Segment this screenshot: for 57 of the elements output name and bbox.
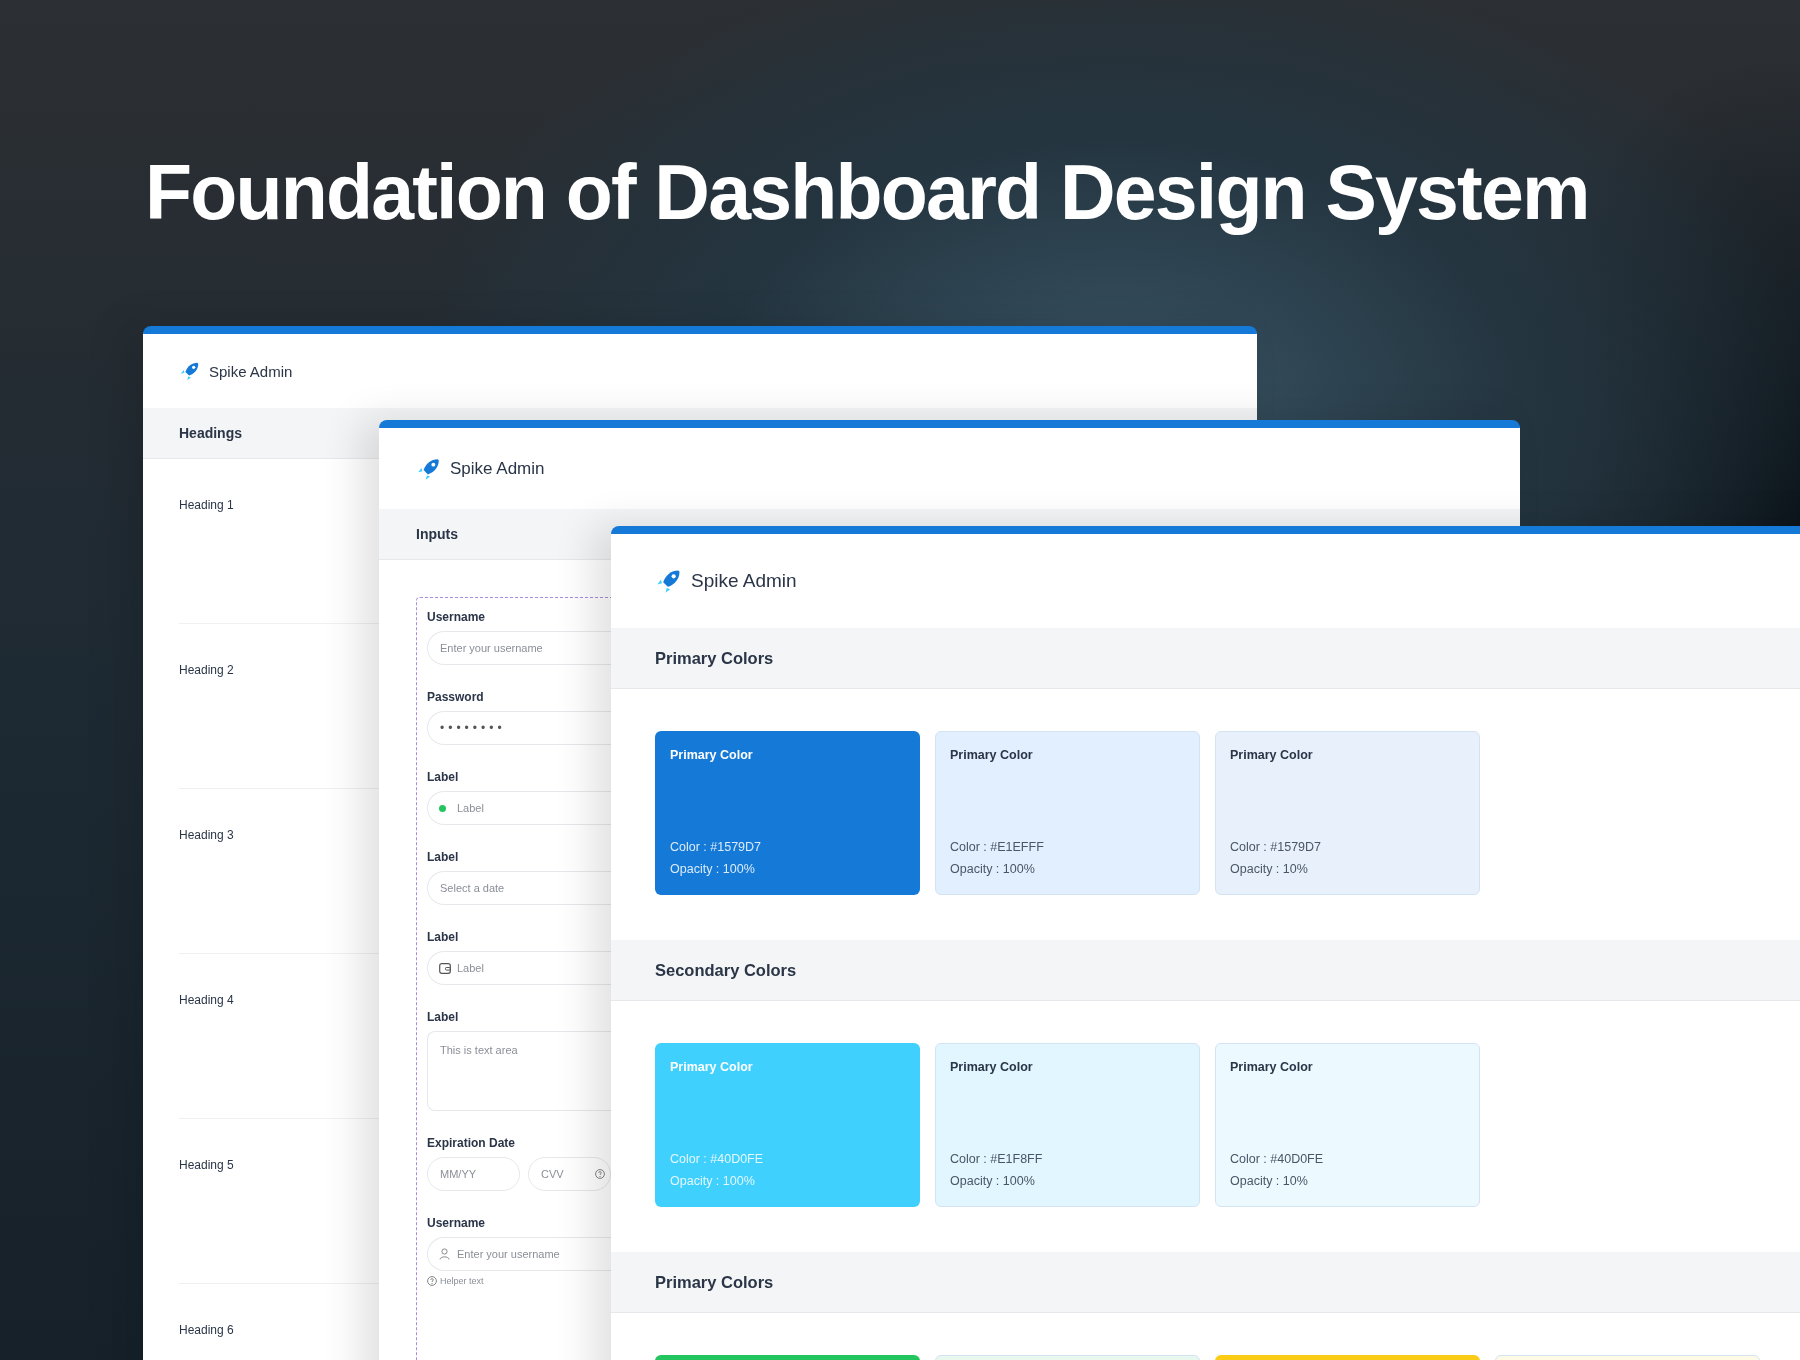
section-title: Headings (179, 425, 242, 441)
field-label: Label (427, 1010, 460, 1024)
opacity-value: Opacity : 100% (670, 861, 756, 878)
user-icon (439, 1248, 450, 1260)
field-label: Label (427, 930, 460, 944)
section-title: Secondary Colors (655, 960, 797, 980)
password-field[interactable]: •••••••• (427, 711, 611, 745)
swatch-name: Primary Color (1230, 1060, 1314, 1076)
input-field[interactable]: Enter your username (427, 631, 611, 665)
field-label: Expiration Date (427, 1136, 517, 1150)
help-icon (595, 1169, 605, 1179)
color-code: Color : #40D0FE (670, 1151, 765, 1168)
heading-label: Heading 2 (179, 663, 234, 677)
input-field[interactable]: Enter your username (427, 1237, 611, 1271)
opacity-value: Opacity : 10% (1230, 861, 1309, 878)
field-label: Label (427, 850, 460, 864)
helper-text: Helper text (440, 1276, 484, 1286)
app-name: Spike Admin (450, 458, 545, 479)
app-name: Spike Admin (691, 570, 797, 592)
opacity-value: Opacity : 10% (1230, 1173, 1309, 1190)
text-area[interactable]: This is text area (427, 1031, 611, 1111)
heading-label: Heading 6 (179, 1323, 234, 1337)
heading-label: Heading 3 (179, 828, 234, 842)
status-dot-icon (439, 804, 446, 812)
wallet-icon (439, 962, 451, 974)
swatch-name: Primary Color (1230, 748, 1314, 764)
field-label: Username (427, 1216, 487, 1230)
heading-label: Heading 5 (179, 1158, 234, 1172)
color-code: Color : #1579D7 (1230, 839, 1323, 856)
section-title: Inputs (416, 526, 458, 542)
input-field[interactable]: Label (427, 791, 611, 825)
field-label: Username (427, 610, 487, 624)
section-title: Primary Colors (655, 1272, 774, 1292)
opacity-value: Opacity : 100% (950, 861, 1036, 878)
color-code: Color : #1579D7 (670, 839, 763, 856)
rocket-icon (179, 360, 201, 382)
app-name: Spike Admin (209, 362, 293, 380)
field-label: Label (427, 770, 460, 784)
input-field[interactable]: Label (427, 951, 611, 985)
input-field[interactable]: Select a date (427, 871, 611, 905)
section-title: Primary Colors (655, 648, 774, 668)
input-field[interactable]: MM/YY (427, 1157, 520, 1191)
heading-label: Heading 1 (179, 498, 234, 512)
color-code: Color : #E1EFFF (950, 839, 1045, 856)
field-label: Password (427, 690, 485, 704)
swatch-name: Primary Color (950, 1060, 1034, 1076)
color-code: Color : #E1F8FF (950, 1151, 1044, 1168)
swatch-name: Primary Color (670, 748, 754, 764)
swatch-name: Primary Color (670, 1060, 754, 1076)
opacity-value: Opacity : 100% (950, 1173, 1036, 1190)
input-field[interactable]: CVV (528, 1157, 611, 1191)
color-code: Color : #40D0FE (1230, 1151, 1325, 1168)
heading-label: Heading 4 (179, 993, 234, 1007)
opacity-value: Opacity : 100% (670, 1173, 756, 1190)
page-headline: Foundation of Dashboard Design System (144, 148, 1590, 235)
help-icon (427, 1276, 437, 1286)
swatch-name: Primary Color (950, 748, 1034, 764)
